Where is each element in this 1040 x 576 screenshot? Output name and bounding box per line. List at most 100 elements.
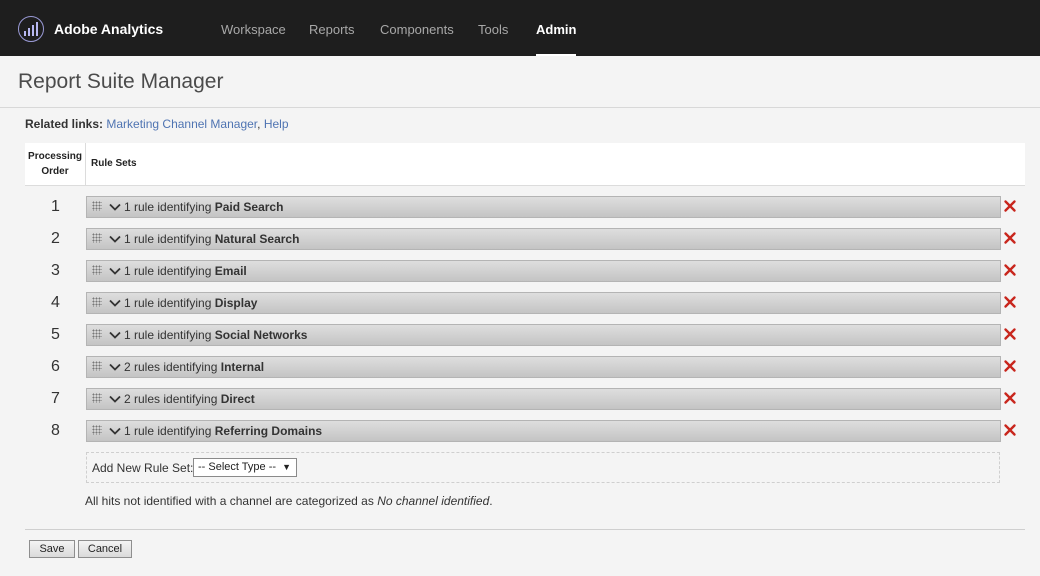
rule-set-bar[interactable]: 1 rule identifying Referring Domains	[86, 420, 1001, 442]
rule-set-bar[interactable]: 2 rules identifying Internal	[86, 356, 1001, 378]
rule-count-text: 2 rules identifying	[124, 392, 218, 406]
rule-count-text: 1 rule identifying	[124, 328, 212, 342]
close-x-icon[interactable]	[1002, 422, 1018, 438]
nav-admin[interactable]: Admin	[536, 0, 577, 56]
rule-sets-header: Rule Sets	[91, 158, 137, 169]
rule-set-summary: 1 rule identifying Display	[124, 293, 257, 313]
rule-set-bar[interactable]: 1 rule identifying Display	[86, 292, 1001, 314]
channel-name: Referring Domains	[214, 424, 323, 438]
rule-set-summary: 1 rule identifying Natural Search	[124, 229, 299, 249]
rule-set-summary: 2 rules identifying Internal	[124, 357, 264, 377]
rule-set-bar[interactable]: 1 rule identifying Paid Search	[86, 196, 1001, 218]
related-links-label: Related links:	[25, 117, 104, 131]
processing-order-number: 8	[51, 422, 60, 439]
chevron-down-icon[interactable]	[108, 360, 122, 374]
rule-count-text: 1 rule identifying	[124, 264, 212, 278]
processing-order-number: 7	[51, 390, 60, 407]
no-channel-identified: No channel identified	[377, 494, 490, 508]
unidentified-note-text: All hits not identified with a channel a…	[85, 494, 374, 508]
rule-set-summary: 1 rule identifying Referring Domains	[124, 421, 322, 441]
title-divider	[0, 107, 1040, 108]
rule-set-summary: 1 rule identifying Email	[124, 261, 247, 281]
unidentified-note: All hits not identified with a channel a…	[85, 494, 493, 508]
close-x-icon[interactable]	[1002, 326, 1018, 342]
chevron-down-icon[interactable]	[108, 424, 122, 438]
add-rule-set-row: Add New Rule Set: -- Select Type -- ▼	[86, 452, 1000, 483]
channel-name: Paid Search	[214, 200, 284, 214]
rule-count-text: 1 rule identifying	[124, 424, 212, 438]
chevron-down-icon[interactable]	[108, 232, 122, 246]
close-x-icon[interactable]	[1002, 358, 1018, 374]
analytics-logo-icon	[18, 16, 44, 42]
bottom-divider	[25, 529, 1025, 530]
close-x-icon[interactable]	[1002, 230, 1018, 246]
processing-order-number: 6	[51, 358, 60, 375]
top-navigation-bar: Adobe Analytics Workspace Reports Compon…	[0, 0, 1040, 56]
save-button[interactable]: Save	[29, 540, 75, 558]
rule-set-row: 1 1 rule identifying Paid Search	[25, 196, 1025, 218]
drag-handle-icon[interactable]	[92, 233, 102, 243]
unidentified-note-end: .	[489, 494, 493, 508]
rule-count-text: 1 rule identifying	[124, 296, 212, 310]
marketing-channel-manager-link[interactable]: Marketing Channel Manager	[106, 117, 257, 131]
processing-order-number: 1	[51, 198, 60, 215]
rule-set-summary: 1 rule identifying Paid Search	[124, 197, 283, 217]
rule-set-bar[interactable]: 1 rule identifying Natural Search	[86, 228, 1001, 250]
nav-reports[interactable]: Reports	[309, 0, 355, 56]
close-x-icon[interactable]	[1002, 262, 1018, 278]
rule-set-summary: 1 rule identifying Social Networks	[124, 325, 307, 345]
drag-handle-icon[interactable]	[92, 201, 102, 211]
rule-set-row: 3 1 rule identifying Email	[25, 260, 1025, 282]
rule-set-row: 2 1 rule identifying Natural Search	[25, 228, 1025, 250]
rule-count-text: 1 rule identifying	[124, 232, 212, 246]
close-x-icon[interactable]	[1002, 390, 1018, 406]
related-links: Related links: Marketing Channel Manager…	[25, 117, 289, 131]
processing-order-header-line2: Order	[41, 166, 69, 177]
rule-set-row: 6 2 rules identifying Internal	[25, 356, 1025, 378]
channel-name: Internal	[220, 360, 265, 374]
chevron-down-icon[interactable]	[108, 328, 122, 342]
drag-handle-icon[interactable]	[92, 329, 102, 339]
chevron-down-icon[interactable]	[108, 392, 122, 406]
rule-set-row: 4 1 rule identifying Display	[25, 292, 1025, 314]
rule-count-text: 2 rules identifying	[124, 360, 218, 374]
rule-set-row: 7 2 rules identifying Direct	[25, 388, 1025, 410]
drag-handle-icon[interactable]	[92, 393, 102, 403]
processing-order-number: 4	[51, 294, 60, 311]
nav-tools[interactable]: Tools	[478, 0, 508, 56]
help-link[interactable]: Help	[264, 117, 289, 131]
drag-handle-icon[interactable]	[92, 265, 102, 275]
triangle-down-icon: ▼	[282, 462, 291, 472]
close-x-icon[interactable]	[1002, 198, 1018, 214]
channel-name: Natural Search	[214, 232, 300, 246]
chevron-down-icon[interactable]	[108, 296, 122, 310]
nav-components[interactable]: Components	[380, 0, 454, 56]
drag-handle-icon[interactable]	[92, 361, 102, 371]
add-rule-set-label: Add New Rule Set:	[92, 461, 194, 475]
channel-name: Direct	[220, 392, 255, 406]
nav-workspace[interactable]: Workspace	[221, 0, 286, 56]
rule-set-bar[interactable]: 1 rule identifying Social Networks	[86, 324, 1001, 346]
rule-set-summary: 2 rules identifying Direct	[124, 389, 255, 409]
rule-set-bar[interactable]: 2 rules identifying Direct	[86, 388, 1001, 410]
rule-set-bar[interactable]: 1 rule identifying Email	[86, 260, 1001, 282]
channel-name: Email	[214, 264, 247, 278]
channel-name: Social Networks	[214, 328, 308, 342]
processing-order-number: 2	[51, 230, 60, 247]
processing-order-header-line1: Processing	[28, 151, 82, 162]
chevron-down-icon[interactable]	[108, 264, 122, 278]
channel-name: Display	[214, 296, 258, 310]
processing-order-header: Processing Order	[25, 143, 86, 186]
rule-type-selected: -- Select Type --	[198, 461, 277, 473]
brand[interactable]: Adobe Analytics	[18, 16, 163, 42]
close-x-icon[interactable]	[1002, 294, 1018, 310]
rule-type-select[interactable]: -- Select Type -- ▼	[193, 458, 297, 477]
drag-handle-icon[interactable]	[92, 425, 102, 435]
cancel-button[interactable]: Cancel	[78, 540, 132, 558]
processing-order-number: 3	[51, 262, 60, 279]
rule-set-row: 5 1 rule identifying Social Networks	[25, 324, 1025, 346]
rule-count-text: 1 rule identifying	[124, 200, 212, 214]
drag-handle-icon[interactable]	[92, 297, 102, 307]
chevron-down-icon[interactable]	[108, 200, 122, 214]
rule-set-row: 8 1 rule identifying Referring Domains	[25, 420, 1025, 442]
